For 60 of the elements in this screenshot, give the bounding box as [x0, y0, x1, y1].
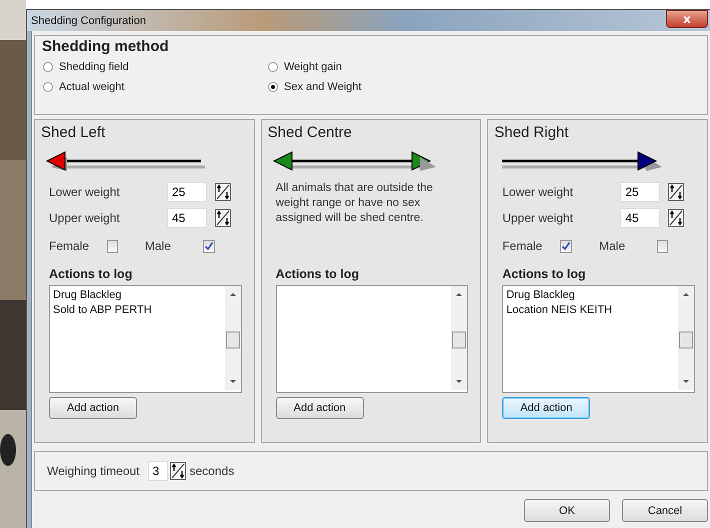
checkbox-label: Male — [144, 239, 172, 253]
spinner-icon — [215, 183, 231, 201]
field-label: Upper weight — [502, 211, 574, 225]
checkbox-label: Female — [49, 239, 90, 253]
list-item[interactable]: Location NEIS KEITH — [506, 303, 612, 318]
list-box[interactable]: Drug Blackleg Sold to ABP PERTH — [49, 285, 242, 393]
field-label: Lower weight — [502, 185, 574, 199]
section-heading: Actions to log — [49, 267, 134, 281]
list-box[interactable] — [276, 285, 468, 393]
add-action-button[interactable]: Add action — [49, 397, 137, 419]
section-heading: Actions to log — [502, 267, 587, 281]
unit-label: seconds — [190, 464, 234, 478]
group-title: Shedding method — [40, 38, 171, 55]
radio-button[interactable] — [43, 82, 53, 92]
checkbox[interactable] — [656, 240, 668, 252]
radio-button[interactable] — [268, 82, 278, 92]
radio-button[interactable] — [43, 62, 53, 72]
radio-option[interactable]: Sex and Weight — [268, 81, 468, 93]
check-icon — [204, 241, 214, 251]
cancel-button[interactable]: Cancel — [622, 499, 708, 522]
radio-label: Shedding field — [59, 61, 129, 73]
list-item[interactable]: Drug Blackleg — [506, 288, 575, 303]
double-arrow-icon — [272, 149, 438, 173]
ok-button[interactable]: OK — [524, 499, 610, 522]
timeout-field[interactable]: 3 — [148, 461, 168, 481]
checkbox[interactable] — [202, 240, 215, 252]
group-title: Shed Centre — [268, 124, 353, 141]
checkbox[interactable] — [560, 240, 572, 252]
list-item[interactable]: Drug Blackleg — [53, 288, 122, 303]
field-label: Upper weight — [49, 211, 121, 225]
radio-button[interactable] — [268, 62, 278, 72]
weight-field[interactable]: 25 — [167, 182, 207, 202]
group-title: Shed Left — [41, 124, 106, 141]
list-item[interactable]: Sold to ABP PERTH — [53, 303, 152, 318]
radio-label: Weight gain — [284, 61, 342, 73]
checkbox-label: Male — [599, 239, 626, 253]
description-text: All animals that are outside the weight range or have no sex assigned will be shed centre. — [276, 181, 434, 226]
spinner-icon — [668, 209, 684, 227]
spinner-icon — [668, 183, 684, 201]
check-icon — [561, 241, 572, 251]
checkbox[interactable] — [106, 240, 118, 252]
add-action-button[interactable]: Add action — [502, 397, 590, 419]
weight-field[interactable]: 45 — [620, 208, 660, 228]
radio-option[interactable]: Actual weight — [43, 81, 268, 93]
section-heading: Actions to log — [276, 267, 360, 281]
radio-label: Sex and Weight — [284, 81, 362, 93]
spinner-icon — [170, 462, 186, 480]
spinner-icon — [215, 209, 231, 227]
field-label: Lower weight — [49, 185, 121, 199]
window-title: Shedding Configuration — [31, 14, 146, 26]
weight-field[interactable]: 25 — [620, 182, 660, 202]
radio-label: Actual weight — [59, 81, 124, 93]
radio-option[interactable]: Weight gain — [268, 61, 468, 73]
radio-option[interactable]: Shedding field — [43, 61, 268, 73]
list-box[interactable]: Drug Blackleg Location NEIS KEITH — [502, 285, 696, 393]
checkbox-label: Female — [502, 239, 544, 253]
field-label: Weighing timeout — [47, 464, 140, 478]
weight-field[interactable]: 45 — [167, 208, 207, 228]
group-title: Shed Right — [494, 124, 570, 141]
add-action-button[interactable]: Add action — [276, 397, 364, 419]
